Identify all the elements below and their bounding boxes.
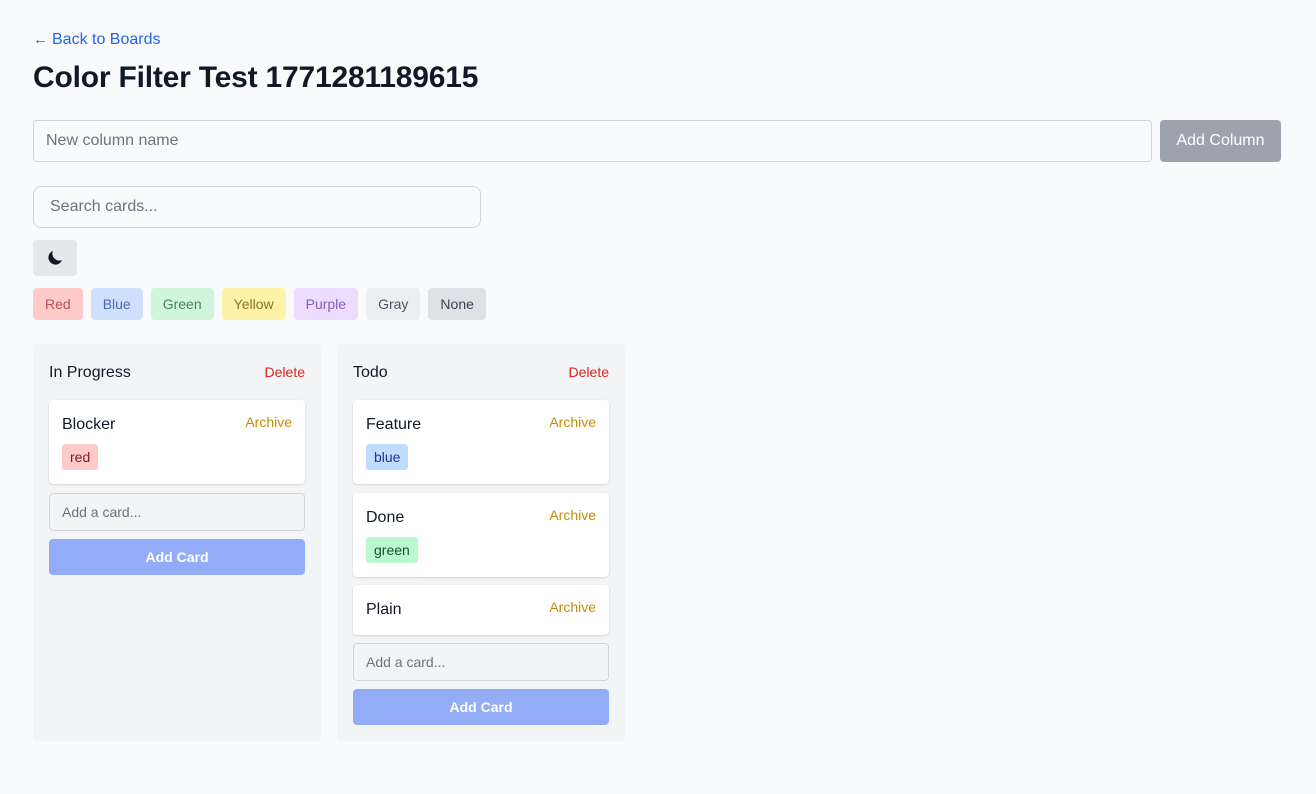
filter-none-button[interactable]: None bbox=[428, 288, 486, 320]
card-title: Plain bbox=[366, 601, 402, 618]
card-title: Feature bbox=[366, 416, 422, 433]
archive-card-button[interactable]: Archive bbox=[245, 414, 292, 430]
card[interactable]: Blocker Archive red bbox=[49, 400, 305, 484]
moon-icon bbox=[48, 250, 63, 265]
archive-card-button[interactable]: Archive bbox=[549, 507, 596, 523]
color-filter-bar: Red Blue Green Yellow Purple Gray None bbox=[33, 288, 486, 320]
card[interactable]: Done Archive green bbox=[353, 493, 609, 577]
delete-column-button[interactable]: Delete bbox=[265, 364, 305, 380]
filter-yellow-button[interactable]: Yellow bbox=[221, 288, 286, 320]
delete-column-button[interactable]: Delete bbox=[569, 364, 609, 380]
card-title: Done bbox=[366, 509, 405, 526]
theme-toggle-button[interactable] bbox=[33, 240, 77, 276]
card[interactable]: Plain Archive bbox=[353, 585, 609, 635]
color-tag: green bbox=[366, 537, 418, 563]
column-title: In Progress bbox=[49, 364, 131, 381]
filter-blue-button[interactable]: Blue bbox=[90, 288, 143, 320]
add-card-button[interactable]: Add Card bbox=[49, 539, 305, 575]
add-card-button[interactable]: Add Card bbox=[353, 689, 609, 725]
back-link-label: Back to Boards bbox=[52, 31, 161, 48]
filter-gray-button[interactable]: Gray bbox=[366, 288, 421, 320]
filter-green-button[interactable]: Green bbox=[150, 288, 214, 320]
new-column-input[interactable] bbox=[33, 120, 1152, 162]
search-input[interactable] bbox=[33, 186, 481, 228]
arrow-left-icon: ← bbox=[33, 31, 48, 48]
filter-purple-button[interactable]: Purple bbox=[293, 288, 359, 320]
add-column-button[interactable]: Add Column bbox=[1160, 120, 1281, 162]
page-title: Color Filter Test 1771281189615 bbox=[33, 61, 479, 94]
add-card-input[interactable] bbox=[353, 643, 609, 681]
column-todo: Todo Delete Feature Archive blue Done Ar… bbox=[337, 344, 625, 741]
column-title: Todo bbox=[353, 364, 388, 381]
column-in-progress: In Progress Delete Blocker Archive red A… bbox=[33, 344, 321, 741]
card[interactable]: Feature Archive blue bbox=[353, 400, 609, 484]
color-tag: red bbox=[62, 444, 99, 470]
archive-card-button[interactable]: Archive bbox=[549, 599, 596, 615]
back-to-boards-link[interactable]: ← Back to Boards bbox=[33, 31, 161, 49]
archive-card-button[interactable]: Archive bbox=[549, 414, 596, 430]
filter-red-button[interactable]: Red bbox=[33, 288, 83, 320]
card-title: Blocker bbox=[62, 416, 116, 433]
color-tag: blue bbox=[366, 444, 409, 470]
add-card-input[interactable] bbox=[49, 493, 305, 531]
